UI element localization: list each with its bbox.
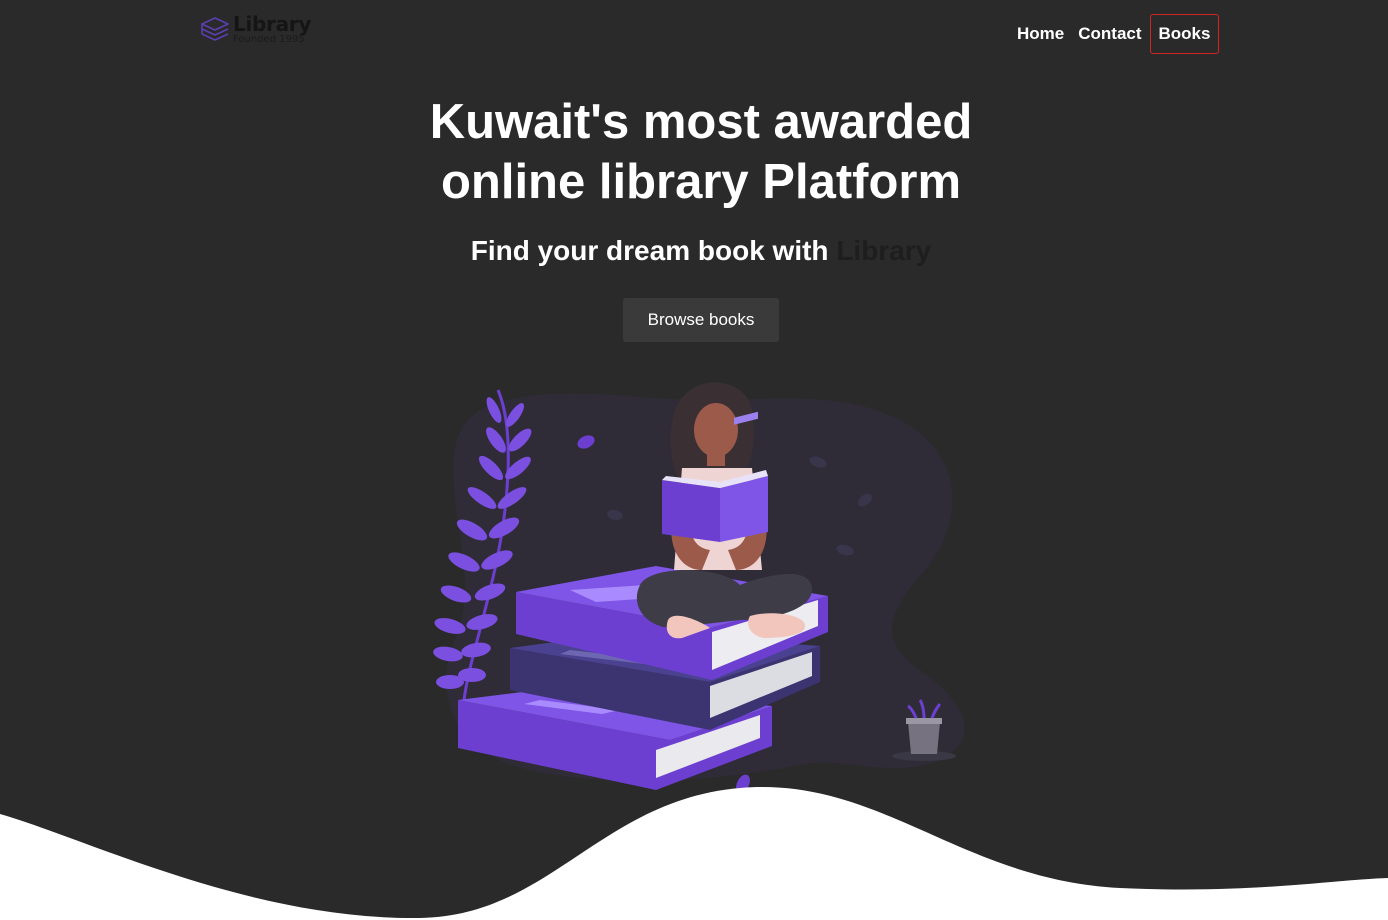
hero-subtitle-highlight: Library [836,235,932,266]
browse-books-button[interactable]: Browse books [623,298,779,342]
brand-logo[interactable]: Library Founded 1995 [199,14,311,46]
nav-home[interactable]: Home [1010,15,1071,53]
nav-links: Home Contact Books [1010,14,1220,54]
books-stack-icon [201,17,229,41]
nav-contact[interactable]: Contact [1071,15,1148,53]
brand-name: Library [233,12,312,36]
woman-reading-illustration [433,382,965,794]
navbar: Library Founded 1995 Home Contact Books [0,0,1388,68]
hero-title-line1: Kuwait's most awarded [429,95,973,149]
hero-subtitle: Find your dream book with Library [0,233,1388,269]
bottom-wave [0,787,1388,920]
nav-books[interactable]: Books [1149,14,1220,54]
hero-title-line2: online library Platform [440,155,962,209]
brand-text: Library Founded 1995 [233,14,311,45]
hero-subtitle-prefix: Find your dream book with [470,235,837,266]
landing-page: Library Founded 1995 Home Contact Books … [0,0,1388,920]
brand-tagline: Founded 1995 [233,34,305,45]
hero-title: Kuwait's most awarded online library Pla… [0,92,1388,212]
